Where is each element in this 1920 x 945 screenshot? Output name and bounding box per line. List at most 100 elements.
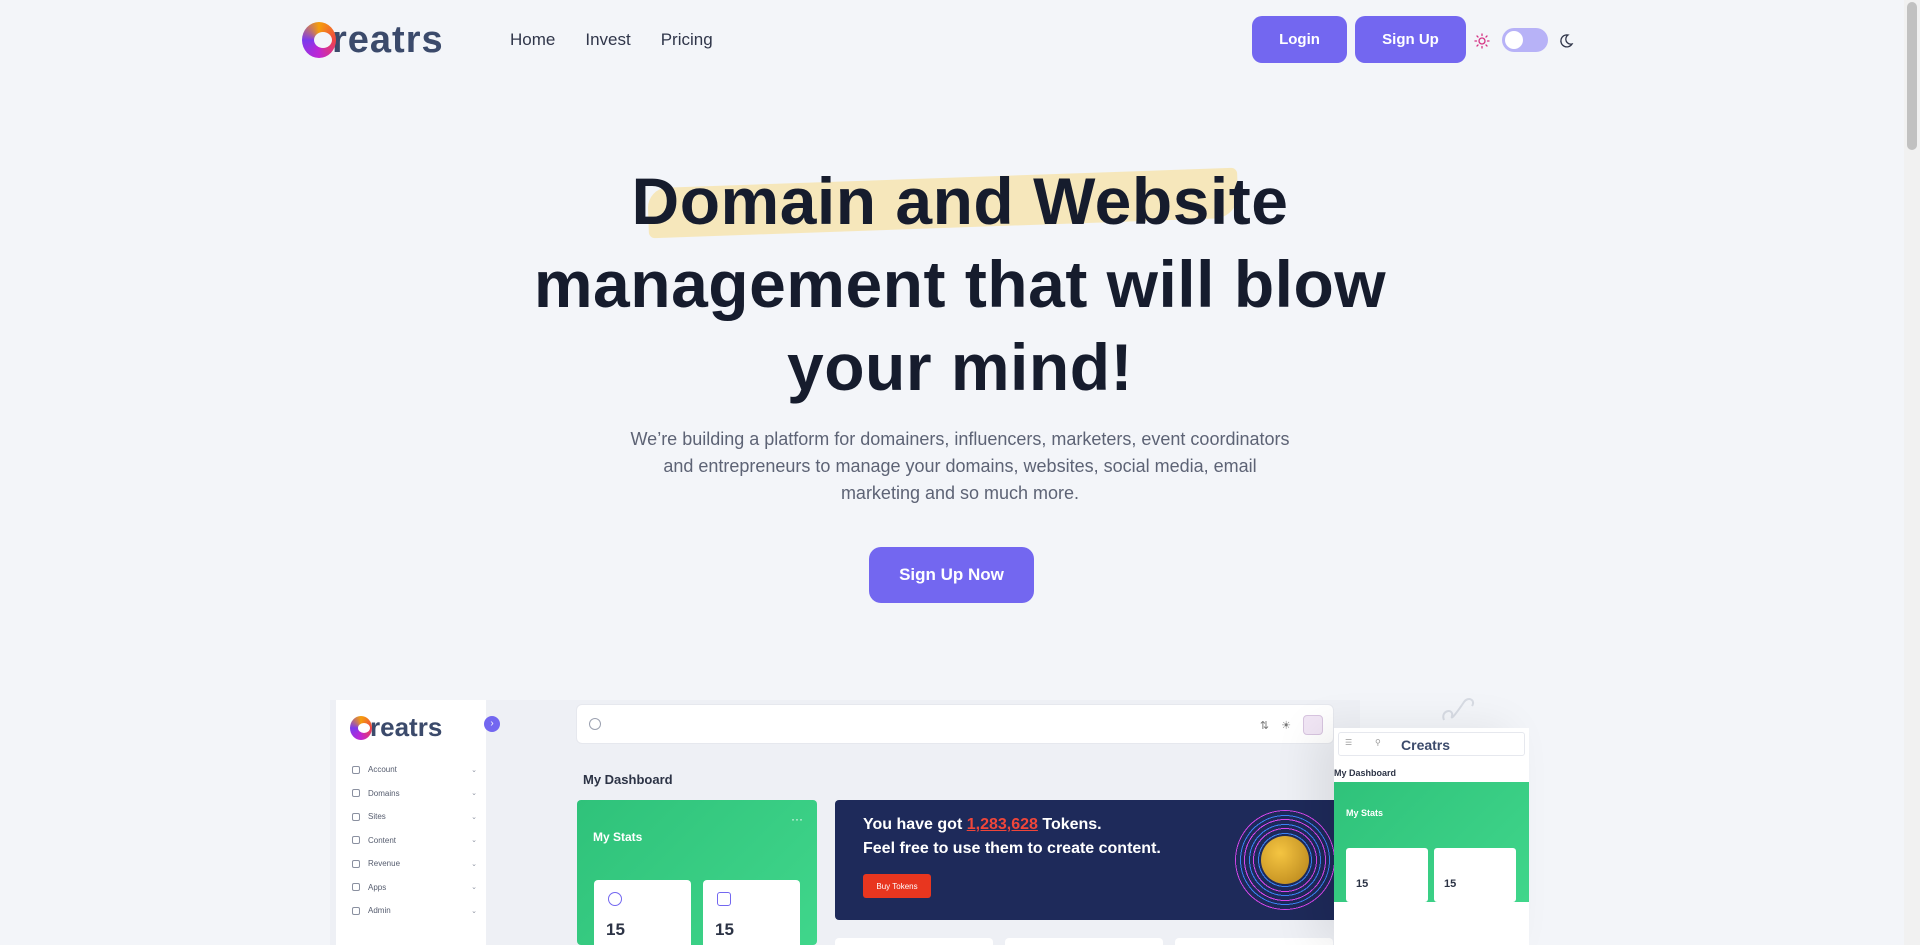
preview-stats-title: My Stats	[593, 830, 643, 844]
monitor-icon	[717, 892, 731, 906]
tokens-line-1: You have got 1,283,628 Tokens.	[863, 816, 1102, 834]
user-icon	[352, 765, 360, 774]
theme-toggle-knob	[1505, 31, 1523, 49]
preview-search-bar: ⇅ ☀	[576, 704, 1334, 744]
chevron-down-icon: ⌄	[471, 884, 477, 892]
page-scrollbar[interactable]	[1904, 0, 1920, 945]
preview-menu-item-content: Content ⌄	[352, 829, 477, 853]
chevron-right-icon: ›	[484, 716, 500, 732]
hero-subtitle: We’re building a platform for domainers,…	[630, 429, 1290, 503]
login-button[interactable]: Login	[1252, 16, 1347, 63]
mobile-stats-title: My Stats	[1346, 808, 1384, 818]
mobile-stat-value: 15	[1444, 878, 1457, 890]
nav-link-invest[interactable]: Invest	[585, 30, 630, 50]
preview-menu-label: Domains	[368, 788, 400, 798]
mobile-stat-value: 15	[1356, 878, 1369, 890]
preview-sidebar-menu: Account ⌄ Domains ⌄ Sites ⌄ Content ⌄ Revenu…	[352, 758, 477, 923]
mobile-top-bar: ☰ ⚲ Creatrs	[1338, 732, 1525, 756]
preview-bottom-card	[1175, 938, 1333, 945]
preview-stat-value: 15	[606, 920, 625, 939]
monitor-icon	[352, 812, 360, 821]
sun-icon: ☀	[1281, 719, 1291, 732]
scrollbar-thumb[interactable]	[1907, 2, 1917, 150]
preview-sidebar: reatrs › Account ⌄ Domains ⌄ Sites ⌄ Conten…	[336, 700, 500, 945]
preview-menu-item-revenue: Revenue ⌄	[352, 852, 477, 876]
mobile-dashboard-heading: My Dashboard	[1334, 768, 1397, 778]
preview-menu-item-admin: Admin ⌄	[352, 899, 477, 923]
coin-core	[1261, 836, 1309, 884]
preview-dashboard-heading: My Dashboard	[583, 772, 673, 787]
chevron-down-icon: ⌄	[471, 790, 477, 798]
nav-link-pricing[interactable]: Pricing	[661, 30, 713, 50]
preview-top-icons: ⇅ ☀	[1260, 715, 1323, 735]
tokens-count: 1,283,628	[966, 816, 1038, 833]
mobile-stats-card: My Stats 15 15	[1334, 782, 1529, 902]
preview-bottom-card	[1005, 938, 1163, 945]
preview-menu-item-account: Account ⌄	[352, 758, 477, 782]
hero-title-line3: your mind!	[787, 330, 1133, 404]
preview-logo: reatrs	[350, 712, 442, 743]
mobile-stat-domains: 15	[1346, 848, 1428, 902]
preview-menu-label: Admin	[368, 906, 391, 916]
preview-menu-item-apps: Apps ⌄	[352, 876, 477, 900]
tokens-text-pre: You have got	[863, 816, 967, 833]
navbar: reatrs Home Invest Pricing Login Sign Up	[0, 0, 1920, 82]
preview-menu-label: Revenue	[368, 859, 401, 869]
hero-title-line1: Domain and Website	[631, 164, 1289, 238]
preview-bottom-card	[835, 938, 993, 945]
preview-stats-card: My Stats ··· 15 15	[577, 800, 817, 945]
star-icon	[352, 859, 360, 868]
lock-icon	[352, 906, 360, 915]
preview-tokens-banner: You have got 1,283,628 Tokens. Feel free…	[835, 800, 1360, 920]
decorative-squiggle	[1442, 698, 1474, 721]
hero-title-line2: management that will blow	[533, 247, 1387, 321]
coin-icon	[1235, 810, 1335, 910]
tokens-text-post: Tokens.	[1037, 816, 1102, 833]
hero-title: Domain and Website management that will …	[460, 160, 1460, 409]
mobile-logo: Creatrs	[1401, 737, 1451, 753]
brand-logo-text: reatrs	[332, 19, 444, 61]
sort-icon: ⇅	[1259, 719, 1270, 732]
preview-menu-label: Sites	[368, 812, 386, 822]
nav-link-home[interactable]: Home	[510, 30, 555, 50]
preview-logo-mark	[350, 715, 372, 740]
buy-tokens-button: Buy Tokens	[863, 874, 931, 898]
tokens-line-2: Feel free to use them to create content.	[863, 840, 1161, 857]
preview-stat-domains: 15	[594, 880, 691, 945]
globe-icon	[352, 789, 360, 798]
dashboard-preview: reatrs › Account ⌄ Domains ⌄ Sites ⌄ Conten…	[330, 700, 1360, 945]
avatar	[1303, 715, 1323, 735]
chevron-down-icon: ⌄	[471, 837, 477, 845]
more-icon: ···	[791, 812, 803, 826]
theme-toggle[interactable]	[1502, 28, 1548, 52]
search-icon: ⚲	[1375, 738, 1381, 747]
apps-icon	[352, 883, 360, 892]
preview-bottom-cards	[835, 938, 1333, 945]
preview-menu-label: Apps	[368, 882, 387, 892]
preview-menu-item-domains: Domains ⌄	[352, 782, 477, 806]
mobile-preview: ☰ ⚲ Creatrs My Dashboard My Stats 15 15	[1334, 728, 1529, 945]
signup-button[interactable]: Sign Up	[1355, 16, 1466, 63]
search-icon	[589, 718, 601, 730]
nav-links: Home Invest Pricing	[510, 30, 713, 50]
signup-now-button[interactable]: Sign Up Now	[869, 547, 1034, 603]
chevron-down-icon: ⌄	[471, 766, 477, 774]
menu-icon: ☰	[1345, 738, 1353, 747]
preview-menu-item-sites: Sites ⌄	[352, 805, 477, 829]
chevron-down-icon: ⌄	[471, 907, 477, 915]
preview-logo-text: reatrs	[370, 712, 443, 742]
preview-menu-label: Content	[368, 835, 397, 845]
brand-logo[interactable]: reatrs	[302, 20, 444, 60]
mobile-stat-sites: 15	[1434, 848, 1516, 902]
preview-stat-sites: 15	[703, 880, 800, 945]
globe-icon	[608, 892, 622, 906]
preview-menu-label: Account	[368, 765, 397, 775]
chevron-down-icon: ⌄	[471, 860, 477, 868]
mobile-logo-text: reatrs	[1411, 737, 1451, 753]
preview-stat-value: 15	[715, 920, 734, 939]
chevron-down-icon: ⌄	[471, 813, 477, 821]
moon-icon	[1560, 34, 1574, 48]
sun-icon	[1474, 33, 1490, 49]
document-icon	[352, 836, 360, 845]
brand-logo-mark	[302, 22, 336, 58]
